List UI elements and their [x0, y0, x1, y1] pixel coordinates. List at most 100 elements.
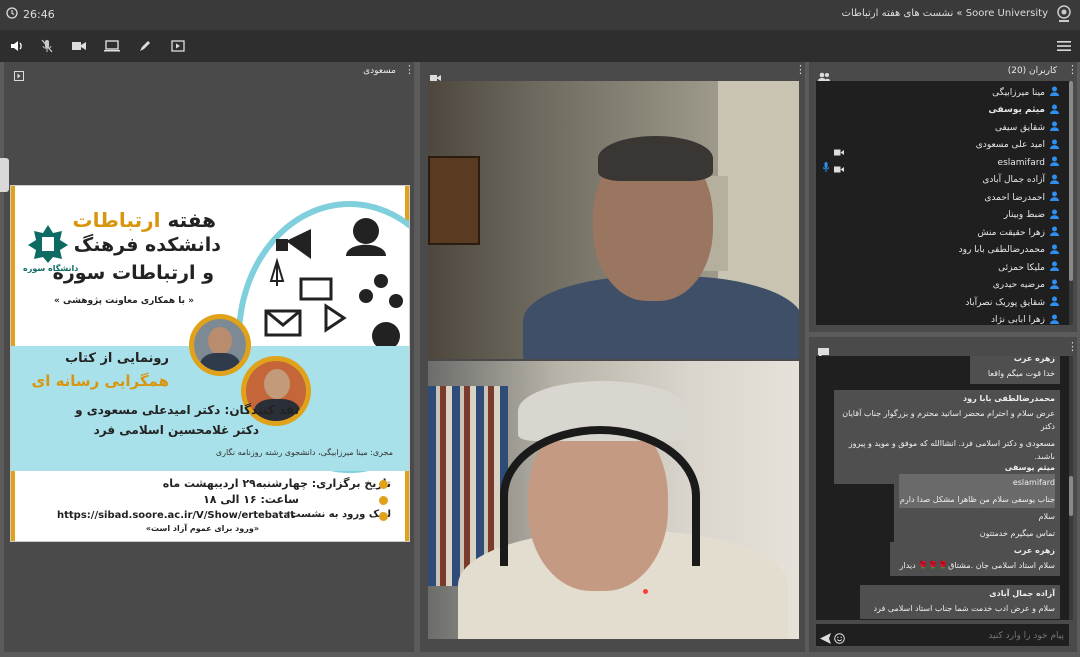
user-list-item[interactable]: زهرا حقیقت منش [977, 224, 1059, 241]
top-bar: 26:46 Soore University » نشست های هفته ا… [0, 0, 1080, 30]
meeting-breadcrumb: Soore University » نشست های هفته ارتباطا… [841, 8, 1048, 19]
user-name: ضبط وبینار [1003, 210, 1045, 220]
slide-title-line1: هفته ارتباطات [72, 208, 216, 232]
bullet-time [379, 496, 388, 505]
chat-message: زهره عرب خدا قوت میگم واقعا [970, 356, 1060, 384]
slide-subtitle: « با همکاری معاونت پژوهشی » [54, 296, 194, 306]
session-timer: 26:46 [6, 7, 55, 22]
user-icon [1050, 261, 1059, 274]
user-icon [1050, 244, 1059, 257]
critics-line1: نقد کنندگان: دکتر امیدعلی مسعودی و [75, 403, 299, 417]
user-list-scrollbar[interactable] [1069, 81, 1073, 325]
chat-message-line: سلام و عرض ادب خدمت شما جناب استاد اسلام… [873, 604, 1055, 613]
user-icon [1050, 296, 1059, 309]
user-list-item[interactable]: آزاده جمال آبادی [982, 172, 1059, 189]
chat-message: میثم یوسفی eslamifard جناب یوسفی سلام من ظ… [894, 459, 1060, 544]
user-name: احمدرضا احمدی [984, 192, 1045, 203]
chat-message-line: عرض سلام و احترام محضر اساتید محترم و بز… [842, 409, 1055, 431]
user-name: امید علی مسعودی [975, 140, 1045, 150]
user-list-item[interactable]: احمدرضا احمدی [984, 189, 1059, 206]
user-list-item[interactable]: ضبط وبینار [1004, 207, 1059, 224]
user-list: مینا میرزابیگی میثم یوسفی شقایق سیفی امید ع… [816, 81, 1069, 325]
title-word-week: هفته [167, 208, 216, 232]
user-icon [1050, 191, 1059, 204]
presentation-toggle-icon[interactable] [14, 66, 24, 85]
public-note: «ورود برای عموم آزاد است» [145, 524, 259, 533]
chat-message-sender: زهره عرب [1013, 546, 1055, 555]
chat-message-sender: زهره عرب [1013, 356, 1055, 363]
user-name: میثم یوسفی [988, 105, 1045, 115]
toolbar [0, 30, 1080, 62]
side-drawer-handle[interactable] [0, 158, 9, 192]
users-options-icon[interactable]: ⋮ [1067, 64, 1078, 75]
user-list-item[interactable]: زهرا ابابی نژاد [990, 312, 1059, 325]
users-panel-title: کاربران (20) [1007, 66, 1057, 76]
chat-input-bar [816, 624, 1069, 646]
user-icon [1050, 86, 1059, 99]
presentation-options-icon[interactable]: ⋮ [404, 64, 415, 75]
video-feed-participant-1 [428, 81, 799, 359]
chat-message-sender: میثم یوسفی [1004, 463, 1055, 472]
chat-message-line: eslamifard [899, 474, 1055, 491]
chat-options-icon[interactable]: ⋮ [1067, 341, 1078, 352]
user-list-item[interactable]: میثم یوسفی [988, 102, 1059, 119]
chat-message-line: جناب یوسفی سلام من ظاهرا مشکل صدا دارم [899, 491, 1055, 508]
user-icon [1050, 226, 1059, 239]
pen-icon[interactable] [136, 38, 154, 54]
user-icon [1050, 279, 1059, 292]
user-list-item[interactable]: eslamifard [998, 154, 1059, 171]
chat-message-line: سلام [1038, 512, 1055, 521]
user-name: مرضیه حیدری [992, 280, 1045, 290]
user-mic-icon [822, 157, 830, 176]
unveil-line2: همگرایی رسانه ای [31, 372, 169, 390]
user-camera-icon [834, 141, 844, 160]
user-icon [1050, 121, 1059, 134]
emoji-icon[interactable] [834, 629, 845, 648]
event-date: تاریخ برگزاری: چهارشنبه۲۹ اردیبهشت ماه [162, 477, 391, 490]
bullet-link [379, 512, 388, 521]
video-feed-participant-2 [428, 361, 799, 639]
user-name: شقایق سیفی [994, 122, 1045, 133]
user-list-item[interactable]: محمدرضالطفی بابا رود [959, 242, 1059, 259]
chat-message-line: تماس میگیرم خدمتتون [979, 529, 1055, 538]
user-list-item[interactable]: امید علی مسعودی [976, 137, 1059, 154]
user-list-item[interactable]: شقایق سیفی [995, 119, 1059, 136]
user-name: زهرا ابابی نژاد [990, 315, 1045, 325]
user-icon [1050, 139, 1059, 152]
user-camera-icon [834, 158, 844, 177]
chat-scrollbar[interactable] [1069, 356, 1073, 620]
user-icon [1050, 104, 1059, 117]
bullet-date [379, 480, 388, 489]
speaker-icon[interactable] [8, 38, 26, 54]
user-name: شقایق پوریک نصرآباد [965, 297, 1045, 308]
screen-share-icon[interactable] [103, 38, 121, 54]
headset-led [643, 589, 648, 594]
camera-icon[interactable] [70, 38, 88, 54]
user-list-item[interactable]: ملیکا حمزئی [998, 259, 1059, 276]
headphones [500, 426, 700, 566]
chat-messages: زهره عرب خدا قوت میگم واقعا محمدرضالطفی با… [816, 356, 1069, 620]
unveil-line1: رونمایی از کتاب [65, 351, 169, 366]
user-icon [1050, 209, 1059, 222]
video-options-icon[interactable]: ⋮ [795, 64, 806, 75]
user-list-item[interactable]: شقایق پوریک نصرآباد [965, 294, 1059, 311]
presentation-title: مسعودی [363, 66, 396, 76]
timer-text: 26:46 [23, 8, 55, 21]
event-time: ساعت: ۱۶ الی ۱۸ [203, 493, 299, 506]
chat-message-line: سلام استاد اسلامی جان .مشتاق🌹🌹🌹 دیدار [899, 561, 1055, 570]
mic-muted-icon[interactable] [38, 38, 56, 54]
media-play-icon[interactable] [169, 38, 187, 54]
user-name: آزاده جمال آبادی [982, 175, 1045, 185]
hamburger-menu-icon[interactable] [1055, 38, 1073, 54]
user-name: eslamifard [997, 157, 1045, 168]
critics-line2: دکتر غلامحسین اسلامی فرد [93, 423, 259, 437]
chat-message: زهره عرب سلام استاد اسلامی جان .مشتاق🌹🌹🌹 … [890, 542, 1060, 576]
user-icon [1050, 174, 1059, 187]
send-icon[interactable] [820, 629, 831, 648]
user-list-item[interactable]: مینا میرزابیگی [992, 84, 1059, 101]
chat-message-input[interactable] [852, 627, 1066, 645]
participant-1-hair [598, 136, 713, 181]
chat-message: آزاده جمال آبادی سلام و عرض ادب خدمت شما … [860, 585, 1060, 619]
user-list-item[interactable]: مرضیه حیدری [993, 277, 1059, 294]
slide-title-line2: دانشکده فرهنگ [73, 234, 221, 256]
